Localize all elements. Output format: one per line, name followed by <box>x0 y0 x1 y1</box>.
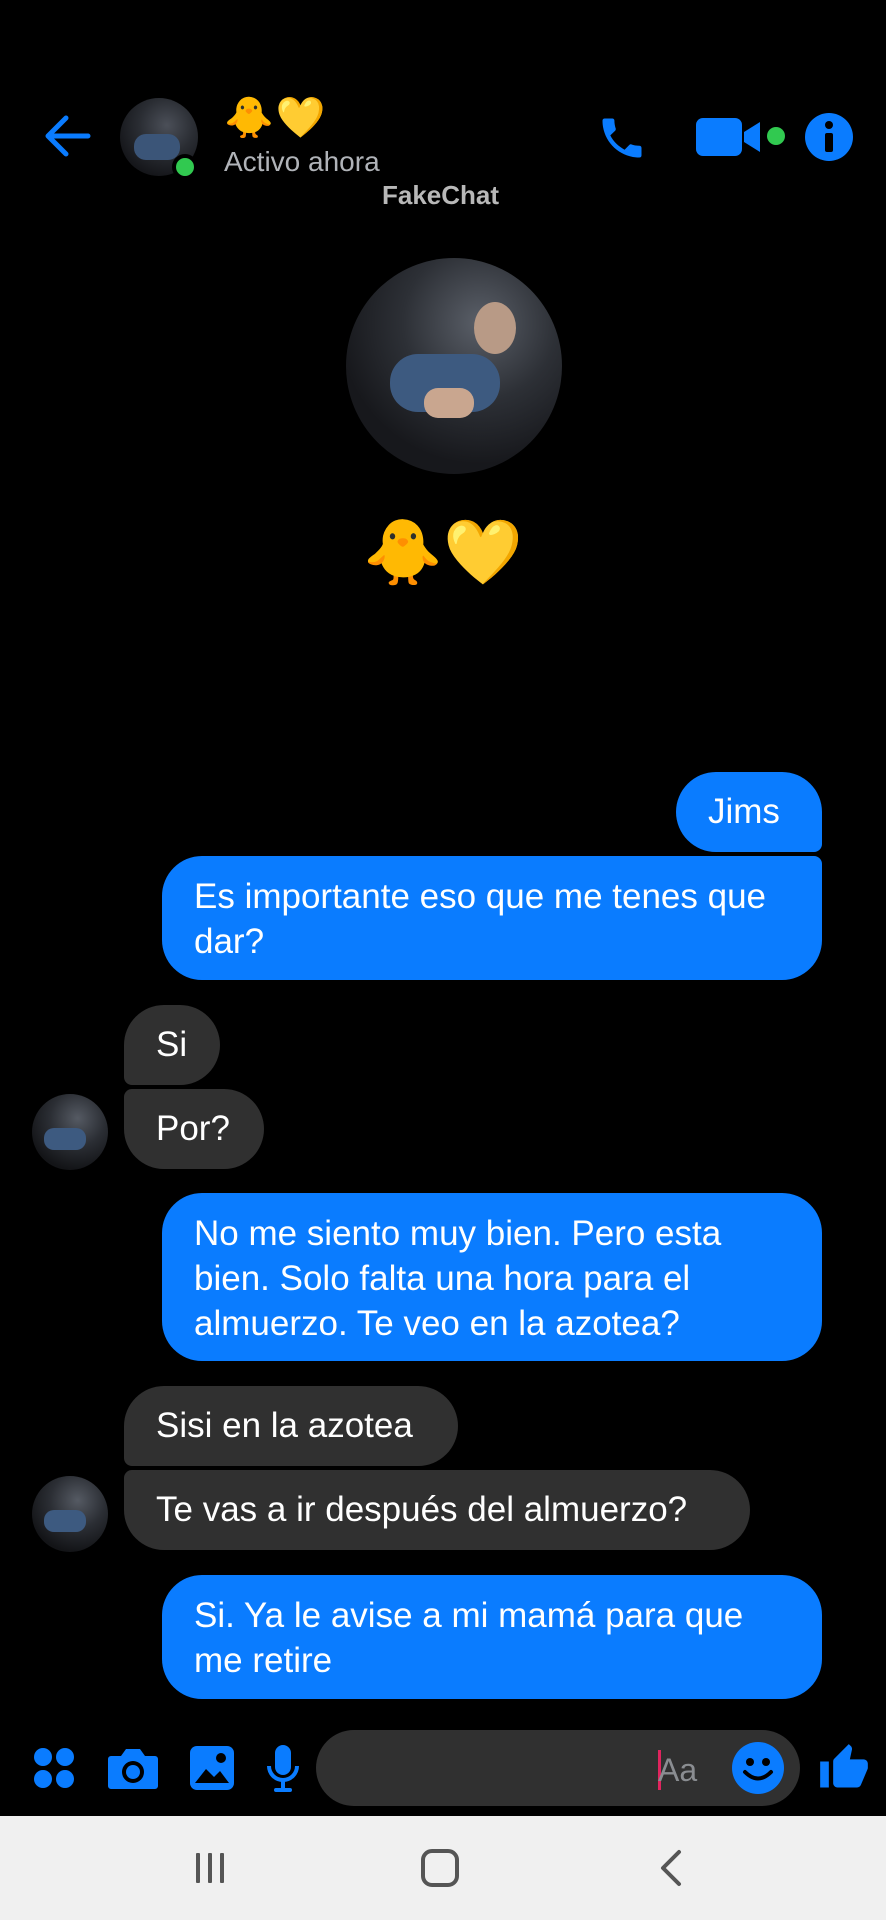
image-icon <box>190 1746 234 1790</box>
home-icon <box>421 1849 459 1887</box>
home-button[interactable] <box>412 1842 468 1894</box>
info-button[interactable] <box>800 108 858 166</box>
sender-avatar[interactable] <box>32 1476 108 1552</box>
message-outgoing[interactable]: Jims <box>676 772 822 852</box>
camera-icon <box>108 1749 158 1789</box>
online-indicator <box>172 154 198 180</box>
message-incoming[interactable]: Sisi en la azotea <box>124 1386 458 1466</box>
phone-icon <box>602 118 642 158</box>
video-camera-icon <box>696 118 785 156</box>
message-composer: Aa <box>0 1728 886 1808</box>
message-incoming[interactable]: Si <box>124 1005 220 1085</box>
emoji-button[interactable] <box>730 1740 786 1796</box>
microphone-button[interactable] <box>262 1740 304 1796</box>
chevron-left-icon <box>661 1850 681 1886</box>
back-button[interactable] <box>40 108 96 164</box>
message-outgoing[interactable]: Si. Ya le avise a mi mamá para que me re… <box>162 1575 822 1699</box>
message-input-placeholder: Aa <box>658 1752 698 1788</box>
message-incoming[interactable]: Te vas a ir después del almuerzo? <box>124 1470 750 1550</box>
chat-header: 🐥💛 Activo ahora FakeChat <box>0 0 886 230</box>
like-button[interactable] <box>814 1740 874 1796</box>
contact-name[interactable]: 🐥💛 <box>224 94 328 142</box>
thumbs-up-icon <box>820 1744 868 1788</box>
contact-status: Activo ahora <box>224 146 380 177</box>
apps-button[interactable] <box>30 1740 78 1796</box>
gallery-button[interactable] <box>188 1740 236 1796</box>
call-button[interactable] <box>588 108 656 168</box>
four-dots-icon <box>34 1748 74 1788</box>
system-back-button[interactable] <box>648 1842 694 1894</box>
recents-icon <box>196 1853 224 1883</box>
camera-button[interactable] <box>106 1740 160 1796</box>
message-outgoing[interactable]: No me siento muy bien. Pero esta bien. S… <box>162 1193 822 1361</box>
recents-button[interactable] <box>184 1842 236 1894</box>
profile-name: 🐥💛 <box>363 516 523 588</box>
info-icon <box>805 113 853 161</box>
microphone-icon <box>267 1745 299 1792</box>
watermark: FakeChat <box>382 180 500 210</box>
message-input[interactable]: Aa <box>316 1730 800 1806</box>
system-navigation-bar <box>0 1816 886 1920</box>
message-incoming[interactable]: Por? <box>124 1089 264 1169</box>
sender-avatar[interactable] <box>32 1094 108 1170</box>
message-outgoing[interactable]: Es importante eso que me tenes que dar? <box>162 856 822 980</box>
smiley-icon <box>732 1742 784 1794</box>
video-call-button[interactable] <box>694 110 790 164</box>
profile-picture[interactable] <box>346 258 562 474</box>
arrow-left-icon <box>45 115 91 157</box>
